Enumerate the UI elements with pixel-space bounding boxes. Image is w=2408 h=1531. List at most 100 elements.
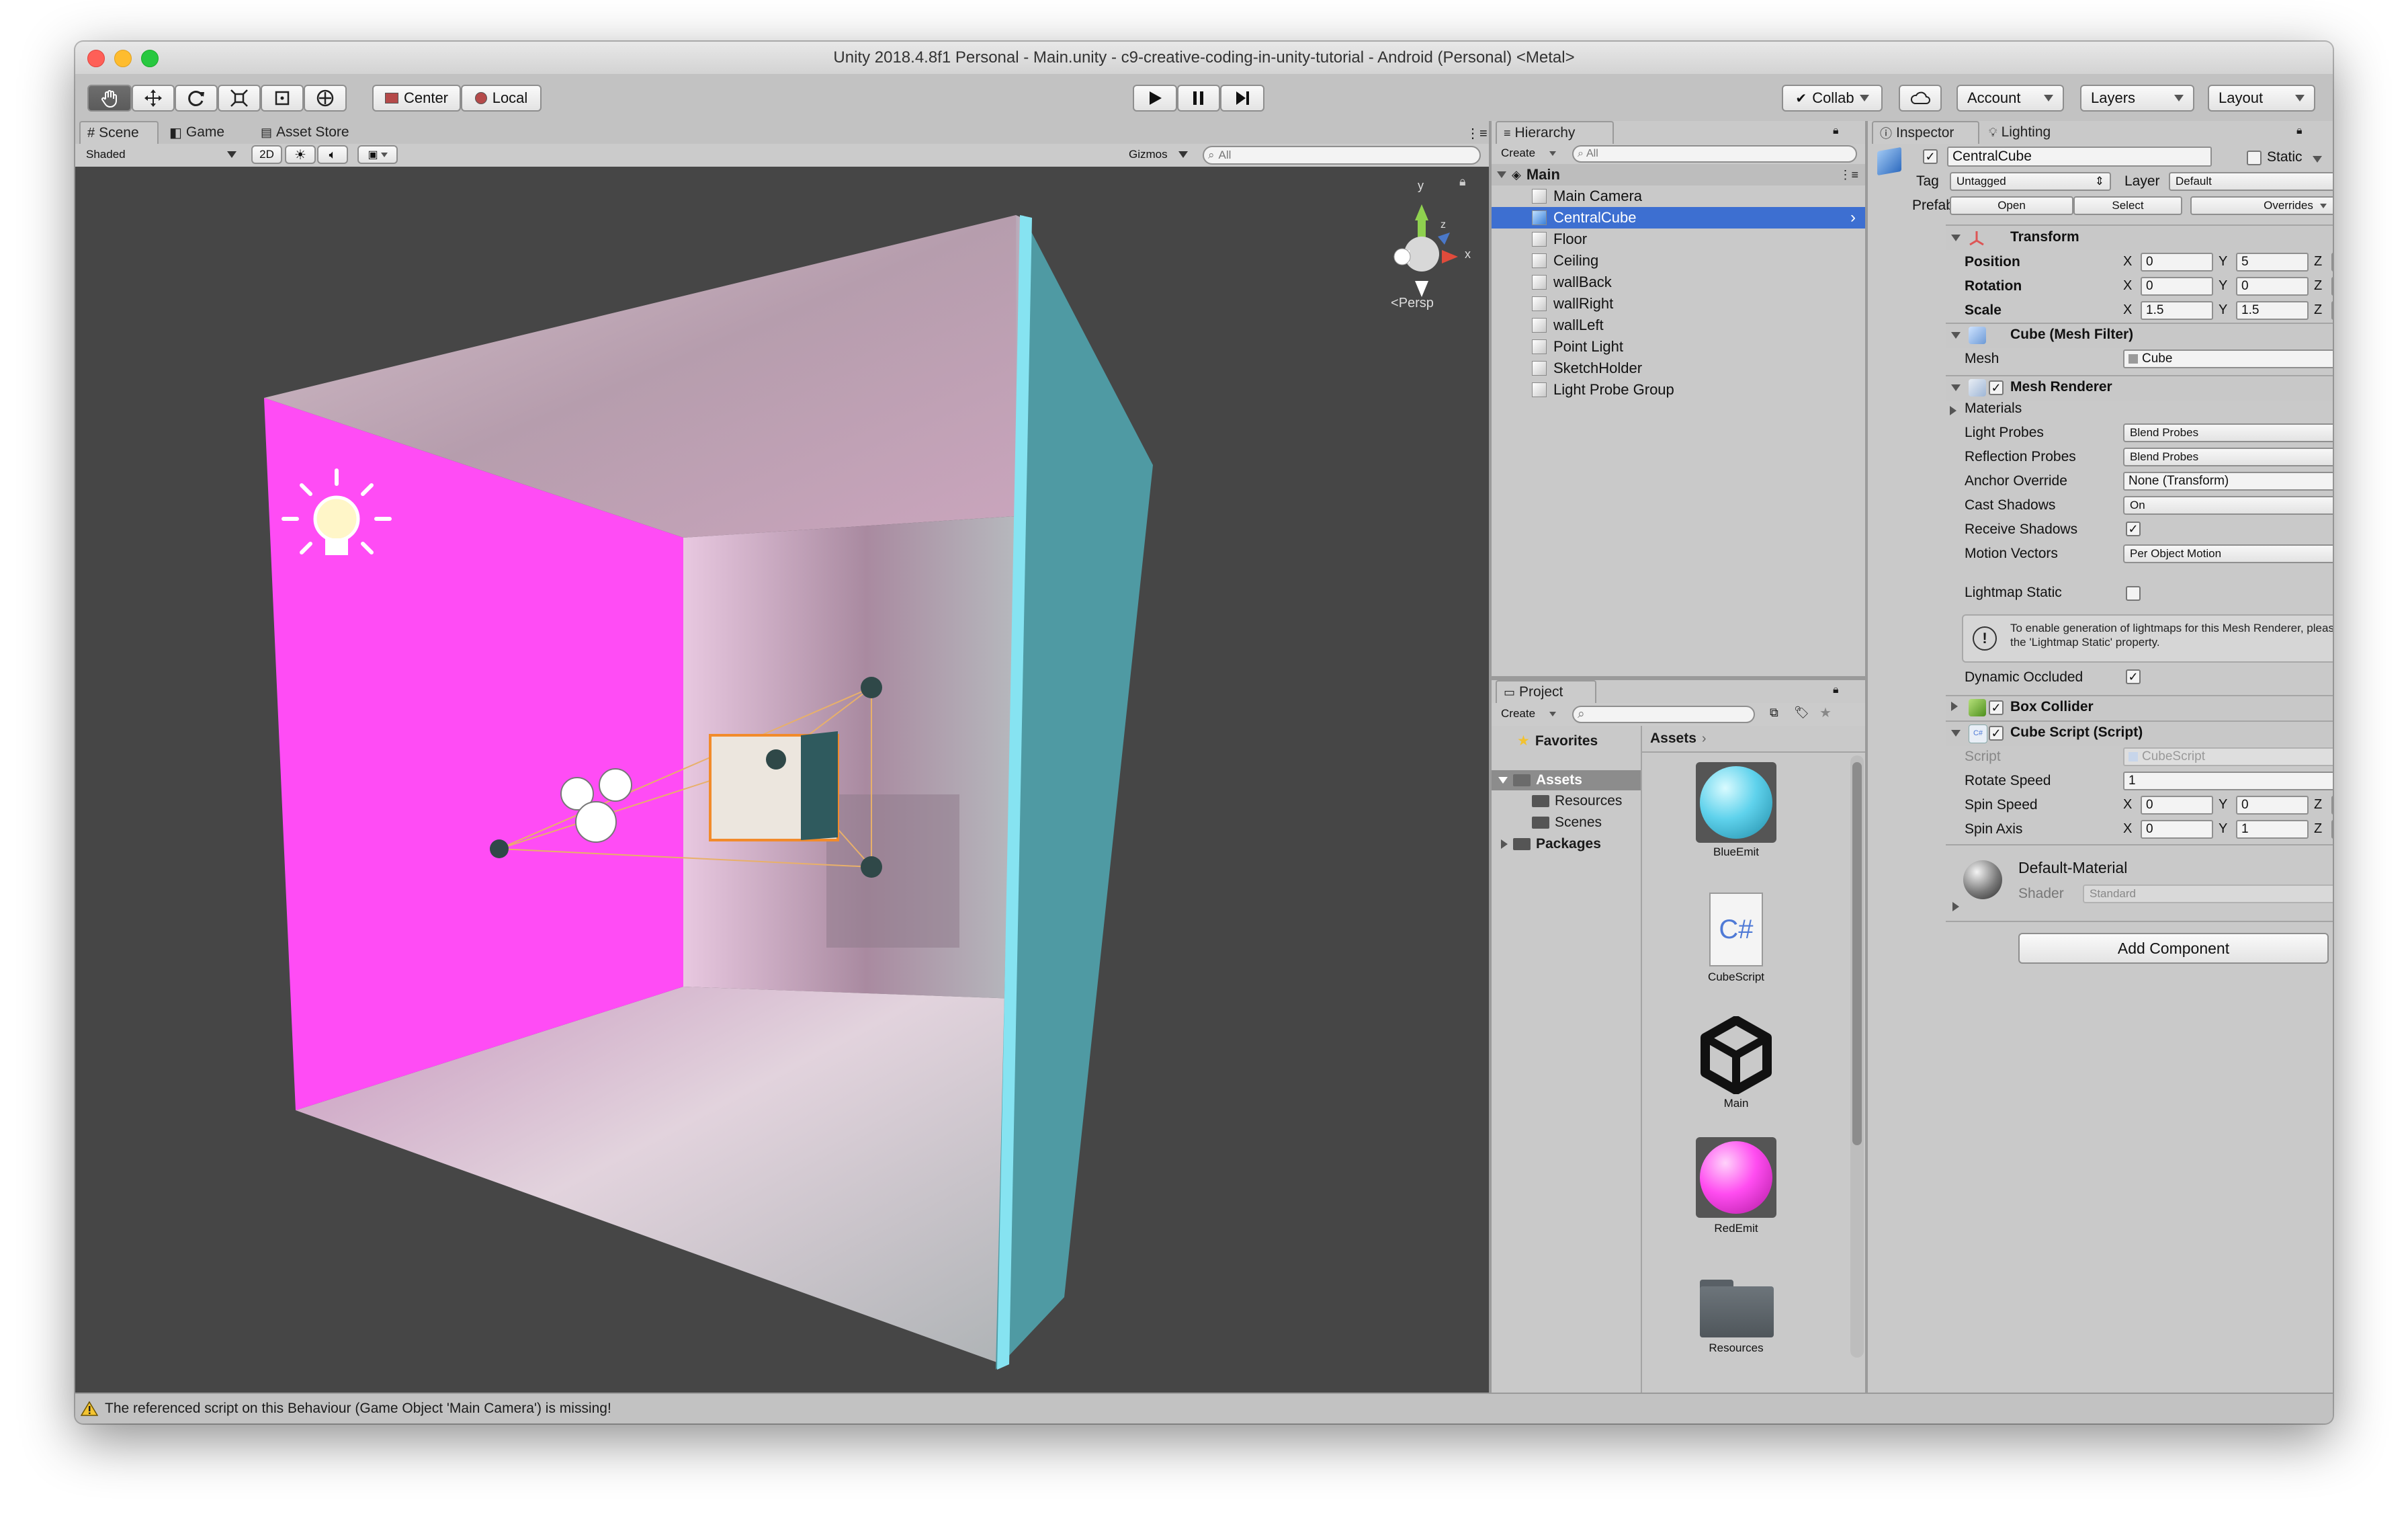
asset-resources-folder[interactable] bbox=[1700, 1280, 1774, 1337]
chevron-down-icon[interactable] bbox=[2313, 156, 2322, 163]
mesh-renderer-enabled-checkbox[interactable]: ✓ bbox=[1989, 380, 2004, 395]
anchor-override-field[interactable]: None (Transform) bbox=[2123, 472, 2333, 491]
scene-lighting-toggle[interactable]: ☀ bbox=[285, 145, 316, 164]
mesh-filter-header[interactable] bbox=[1946, 323, 2333, 348]
lock-icon[interactable]: 🔒︎ bbox=[1833, 125, 1839, 137]
object-name-input[interactable]: CentralCube bbox=[1947, 147, 2212, 167]
tab-asset-store[interactable]: ▤ Asset Store bbox=[254, 121, 415, 144]
spin-speed-x-input[interactable]: 0 bbox=[2141, 796, 2213, 815]
hierarchy-item[interactable]: CentralCube › bbox=[1492, 207, 1865, 229]
expand-triangle-icon[interactable] bbox=[1497, 171, 1506, 178]
layout-dropdown[interactable]: Layout bbox=[2208, 85, 2315, 112]
assets-scrollbar[interactable] bbox=[1850, 755, 1864, 1358]
project-search-input[interactable]: ⌕ bbox=[1572, 706, 1755, 723]
tab-project[interactable]: ▭ Project bbox=[1496, 680, 1596, 703]
hierarchy-search-input[interactable]: ⌕ All bbox=[1572, 145, 1857, 163]
filter-by-type-icon[interactable]: ⧉ bbox=[1770, 706, 1778, 720]
lightmap-static-checkbox[interactable] bbox=[2126, 586, 2141, 601]
hierarchy-item[interactable]: wallBack bbox=[1492, 272, 1865, 293]
cast-shadows-dropdown[interactable]: On⇕ bbox=[2123, 496, 2333, 515]
hierarchy-item[interactable]: SketchHolder bbox=[1492, 358, 1865, 379]
cloud-button[interactable] bbox=[1899, 85, 1942, 112]
hierarchy-item[interactable]: Main Camera bbox=[1492, 185, 1865, 207]
foldout-triangle-icon[interactable] bbox=[1951, 384, 1961, 391]
layer-dropdown[interactable]: Default⇕ bbox=[2169, 172, 2333, 191]
lock-icon[interactable]: 🔒︎ bbox=[1459, 175, 1466, 189]
rotation-x-input[interactable]: 0 bbox=[2141, 277, 2213, 296]
tree-item-packages[interactable]: Packages bbox=[1501, 836, 1601, 852]
tree-item-scenes[interactable]: Scenes bbox=[1532, 815, 1602, 831]
box-collider-header[interactable] bbox=[1946, 695, 2333, 720]
hierarchy-item[interactable]: wallRight bbox=[1492, 293, 1865, 315]
rotation-y-input[interactable]: 0 bbox=[2236, 277, 2309, 296]
tree-item-assets[interactable]: Assets bbox=[1492, 770, 1641, 790]
add-component-button[interactable]: Add Component bbox=[2018, 933, 2329, 964]
tab-scene[interactable]: # Scene bbox=[79, 121, 159, 144]
rect-tool-button[interactable] bbox=[261, 85, 304, 112]
receive-shadows-checkbox[interactable]: ✓ bbox=[2126, 522, 2141, 536]
collapse-triangle-icon[interactable] bbox=[1501, 839, 1508, 849]
perspective-toggle[interactable]: <Persp bbox=[1391, 296, 1434, 311]
motion-vectors-dropdown[interactable]: Per Object Motion⇕ bbox=[2123, 544, 2333, 563]
panel-splitter[interactable] bbox=[1492, 676, 1865, 680]
assets-breadcrumb[interactable]: Assets › bbox=[1642, 726, 1865, 753]
chevron-right-icon[interactable]: › bbox=[1850, 208, 1856, 227]
scene-options-icon[interactable]: ⋮≡ bbox=[1839, 168, 1858, 182]
position-z-input[interactable]: 0 bbox=[2331, 253, 2333, 272]
rotation-z-input[interactable]: 0 bbox=[2331, 277, 2333, 296]
hierarchy-item[interactable]: Light Probe Group bbox=[1492, 379, 1865, 401]
scene-effects-dropdown[interactable]: ▣ bbox=[357, 145, 398, 164]
hand-tool-button[interactable] bbox=[87, 85, 132, 112]
asset-cubescript[interactable]: C# bbox=[1709, 893, 1763, 966]
position-x-input[interactable]: 0 bbox=[2141, 253, 2213, 272]
scene-viewport[interactable]: y x z <Persp 🔒︎ bbox=[75, 167, 1489, 1393]
material-foldout-icon[interactable] bbox=[1952, 902, 1959, 911]
materials-foldout-icon[interactable] bbox=[1950, 406, 1956, 415]
lock-icon[interactable]: 🔒︎ bbox=[2296, 125, 2303, 137]
scale-tool-button[interactable] bbox=[218, 85, 261, 112]
reflection-probes-dropdown[interactable]: Blend Probes⇕ bbox=[2123, 448, 2333, 466]
account-dropdown[interactable]: Account bbox=[1956, 85, 2064, 112]
tab-hierarchy[interactable]: ≡ Hierarchy bbox=[1496, 121, 1614, 144]
hierarchy-scene-row[interactable]: ◈ Main ⋮≡ bbox=[1492, 164, 1865, 185]
rotate-tool-button[interactable] bbox=[175, 85, 218, 112]
light-probes-dropdown[interactable]: Blend Probes⇕ bbox=[2123, 423, 2333, 442]
panel-menu-icon[interactable]: ⋮≡ bbox=[1466, 125, 1488, 142]
scale-x-input[interactable]: 1.5 bbox=[2141, 301, 2213, 320]
tab-game[interactable]: ◧ Game bbox=[163, 121, 247, 144]
cube-script-enabled-checkbox[interactable]: ✓ bbox=[1989, 726, 2004, 741]
collab-dropdown[interactable]: ✔ Collab bbox=[1782, 85, 1883, 112]
pivot-center-toggle[interactable]: Center bbox=[372, 85, 461, 112]
tab-inspector[interactable]: ⓘ Inspector bbox=[1872, 121, 1979, 144]
pause-button[interactable] bbox=[1177, 85, 1220, 112]
project-create-dropdown[interactable]: Create bbox=[1496, 705, 1561, 722]
foldout-triangle-icon[interactable] bbox=[1951, 730, 1961, 737]
prefab-open-button[interactable]: Open bbox=[1950, 196, 2073, 215]
spin-axis-x-input[interactable]: 0 bbox=[2141, 820, 2213, 839]
asset-main-scene[interactable] bbox=[1696, 1015, 1776, 1095]
asset-redemit[interactable] bbox=[1696, 1137, 1776, 1218]
position-y-input[interactable]: 5 bbox=[2236, 253, 2309, 272]
scene-search-input[interactable]: ⌕ All bbox=[1203, 146, 1481, 165]
shader-dropdown[interactable]: Standard bbox=[2083, 884, 2333, 903]
space-local-toggle[interactable]: Local bbox=[461, 85, 542, 112]
scrollbar-thumb[interactable] bbox=[1852, 762, 1862, 1145]
tab-lighting[interactable]: 💡︎ Lighting bbox=[1982, 121, 2090, 144]
draw-mode-dropdown[interactable]: Shaded bbox=[81, 145, 242, 164]
spin-axis-y-input[interactable]: 1 bbox=[2236, 820, 2309, 839]
prefab-select-button[interactable]: Select bbox=[2073, 196, 2182, 215]
foldout-triangle-icon[interactable] bbox=[1951, 702, 1958, 711]
tree-item-resources[interactable]: Resources bbox=[1532, 793, 1622, 809]
favorites-item[interactable]: ★ Favorites bbox=[1517, 733, 1598, 749]
scale-z-input[interactable]: 1.5 bbox=[2331, 301, 2333, 320]
2d-mode-toggle[interactable]: 2D bbox=[251, 145, 282, 164]
box-collider-enabled-checkbox[interactable]: ✓ bbox=[1989, 700, 2004, 715]
play-button[interactable] bbox=[1133, 85, 1177, 112]
mesh-renderer-header[interactable] bbox=[1946, 375, 2333, 401]
foldout-triangle-icon[interactable] bbox=[1951, 235, 1961, 241]
hierarchy-item[interactable]: Point Light bbox=[1492, 336, 1865, 358]
spin-speed-z-input[interactable]: 0 bbox=[2331, 796, 2333, 815]
transform-tool-button[interactable] bbox=[304, 85, 347, 112]
scene-audio-toggle[interactable]: 🔈︎ bbox=[317, 145, 348, 164]
dynamic-occluded-checkbox[interactable]: ✓ bbox=[2126, 669, 2141, 684]
